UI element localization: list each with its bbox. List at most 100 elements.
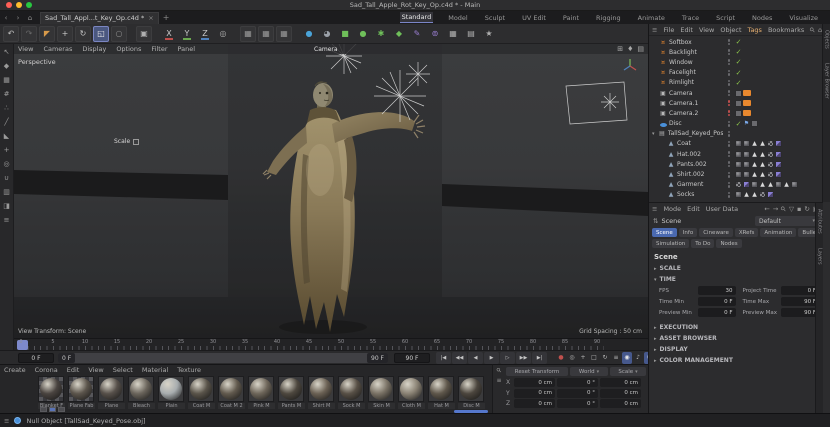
compositing-tag-icon[interactable]: [751, 120, 758, 128]
prev-frame-button[interactable]: ◀: [468, 351, 483, 364]
play-button[interactable]: ▶: [484, 351, 499, 364]
visibility-dot[interactable]: [727, 171, 731, 175]
enabled-check-icon[interactable]: ✓: [735, 58, 742, 66]
visibility-dot[interactable]: [727, 191, 731, 195]
deformers-icon[interactable]: ◆: [391, 26, 407, 42]
prev-key-button[interactable]: ◀◀: [452, 351, 467, 364]
panel-tab-layers[interactable]: Layers: [817, 248, 823, 265]
compositing-tag-icon[interactable]: [735, 89, 742, 97]
visibility-dot[interactable]: [727, 195, 731, 198]
phong-tag-icon[interactable]: ▲: [751, 151, 758, 158]
magic-icon[interactable]: ★: [481, 26, 497, 42]
phong-tag-icon[interactable]: ▲: [751, 161, 758, 168]
material-item[interactable]: Skin M: [368, 376, 395, 409]
texture-tag-icon[interactable]: [743, 171, 750, 179]
visibility-dot[interactable]: [727, 42, 731, 46]
mograph-icon[interactable]: ⊚: [427, 26, 443, 42]
attr-tab-to-do[interactable]: To Do: [691, 239, 715, 248]
axis-mode-icon[interactable]: ◎: [1, 159, 12, 169]
zoom-window-icon[interactable]: [26, 2, 32, 8]
viewport[interactable]: View Cameras Display Options Filter Panel Per…: [14, 44, 648, 338]
object-row[interactable]: ¤ Softbox ✓: [649, 37, 823, 47]
visibility-dot[interactable]: [727, 181, 731, 185]
material-item[interactable]: Blanket F: [38, 376, 65, 409]
field-value[interactable]: 0 F: [697, 308, 736, 317]
rotation-field[interactable]: 0 °: [557, 388, 598, 398]
visibility-dot[interactable]: [727, 120, 731, 124]
compositing-tag-icon[interactable]: [735, 109, 742, 117]
object-row[interactable]: ▣ Camera: [649, 88, 823, 98]
material-thumbnail[interactable]: [248, 376, 274, 402]
phong-tag-icon[interactable]: ▲: [759, 161, 766, 168]
material-item[interactable]: Disc M: [458, 376, 485, 409]
workplane-lock-icon[interactable]: ◨: [1, 201, 12, 211]
reset-transform-button[interactable]: Reset Transform: [506, 367, 568, 376]
array-icon[interactable]: ▦: [445, 26, 461, 42]
visibility-dot[interactable]: [727, 100, 731, 103]
expand-caret[interactable]: ▾: [652, 131, 656, 137]
attr-tab-animation[interactable]: Animation: [760, 228, 797, 237]
om-menu-object[interactable]: Object: [720, 26, 741, 34]
minimize-window-icon[interactable]: [16, 2, 22, 8]
phong-tag-icon[interactable]: ▲: [759, 171, 766, 178]
phong-tag-icon[interactable]: ▲: [751, 140, 758, 147]
keyframe-bar-1-icon[interactable]: ▦: [240, 25, 256, 42]
visibility-dot[interactable]: [727, 69, 731, 73]
layout-nodes[interactable]: Nodes: [750, 13, 774, 23]
snap-icon[interactable]: ∪: [1, 173, 12, 183]
z-axis-lock[interactable]: Z: [197, 26, 213, 42]
uvw-tag-icon[interactable]: [735, 181, 742, 189]
material-thumbnail[interactable]: [428, 376, 454, 402]
phong-tag-icon[interactable]: ▲: [751, 191, 758, 198]
material-thumbnail[interactable]: [338, 376, 364, 402]
next-key-button[interactable]: ▶▶: [516, 351, 531, 364]
field-value[interactable]: 0 F: [781, 286, 819, 295]
last-tool-icon[interactable]: ○: [111, 25, 127, 42]
layout-uv-edit[interactable]: UV Edit: [520, 13, 548, 23]
uvw-tag-icon[interactable]: [767, 150, 774, 158]
material-menu-edit[interactable]: Edit: [67, 366, 80, 374]
view-layout-icon[interactable]: ▤: [637, 45, 644, 53]
range-end-handle[interactable]: 90 F: [367, 353, 388, 363]
visibility-dot[interactable]: [727, 39, 731, 42]
phong-tag-icon[interactable]: ▲: [743, 191, 750, 198]
material-menu-texture[interactable]: Texture: [177, 366, 201, 374]
material-thumbnail[interactable]: [218, 376, 244, 402]
visibility-dots[interactable]: [725, 181, 733, 188]
tab-close-icon[interactable]: ×: [148, 14, 153, 22]
menu-icon[interactable]: ≡: [652, 26, 657, 34]
scale-field[interactable]: 0 cm: [600, 378, 641, 387]
attr-menu-edit[interactable]: Edit: [687, 205, 700, 213]
visibility-dots[interactable]: [725, 161, 733, 168]
visibility-dot[interactable]: [727, 124, 731, 127]
texture-tag-icon[interactable]: [743, 140, 750, 148]
record-button[interactable]: ●: [556, 352, 566, 364]
menu-icon[interactable]: ≡: [496, 377, 501, 384]
space-dropdown[interactable]: World: [570, 367, 608, 376]
attr-tab-info[interactable]: Info: [678, 228, 698, 237]
object-row[interactable]: ¤ Rimlight ✓: [649, 78, 823, 88]
live-selection-icon[interactable]: ◤: [39, 25, 55, 42]
visibility-dot[interactable]: [727, 130, 731, 134]
texture-tag-icon[interactable]: [735, 191, 742, 199]
texture-tag-icon[interactable]: [743, 150, 750, 158]
grid-toggle-icon[interactable]: ⊞: [617, 45, 623, 53]
visibility-dot[interactable]: [727, 185, 731, 188]
rotate-tool-icon[interactable]: ↻: [75, 25, 91, 42]
camera-tag-icon[interactable]: [743, 110, 751, 117]
material-item[interactable]: Bleach: [128, 376, 155, 409]
viewport-menu-filter[interactable]: Filter: [151, 45, 167, 53]
texture-tag-icon[interactable]: [735, 160, 742, 168]
nav-forward-icon[interactable]: ›: [12, 14, 24, 22]
material-item[interactable]: Hat M: [428, 376, 455, 409]
points-mode-icon[interactable]: ∴: [1, 103, 12, 113]
visibility-dots[interactable]: [725, 69, 733, 76]
home-icon[interactable]: ⌂: [24, 14, 36, 22]
visibility-dots[interactable]: [725, 49, 733, 56]
visibility-dot[interactable]: [727, 113, 731, 117]
search-icon[interactable]: ⚲: [779, 204, 788, 213]
object-row[interactable]: ▣ Camera.2: [649, 108, 823, 118]
material-view-small-button[interactable]: [40, 407, 47, 412]
layout-trace[interactable]: Trace: [680, 13, 701, 23]
visibility-dots[interactable]: [725, 191, 733, 198]
